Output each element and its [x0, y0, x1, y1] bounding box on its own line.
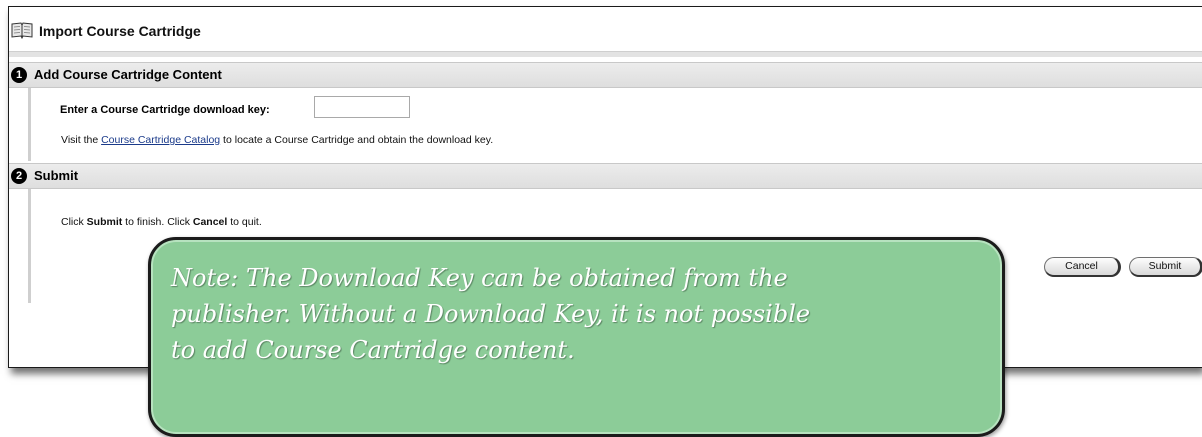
download-key-label: Enter a Course Cartridge download key:	[60, 104, 270, 116]
help-text-suffix: to locate a Course Cartridge and obtain …	[220, 134, 494, 146]
page-header: Import Course Cartridge	[9, 7, 1202, 57]
header-divider	[9, 51, 1202, 57]
submit-instructions: Click Submit to finish. Click Cancel to …	[61, 216, 262, 228]
submit-button[interactable]: Submit	[1129, 257, 1202, 277]
help-text-prefix: Visit the	[61, 134, 102, 146]
course-cartridge-catalog-link[interactable]: Course Cartridge Catalog	[101, 134, 220, 146]
instr-text: to finish. Click	[122, 216, 193, 228]
instr-text: to quit.	[227, 216, 262, 228]
step-indent-rule	[28, 189, 31, 303]
catalog-help-text: Visit the Course Cartridge Catalog to lo…	[61, 134, 493, 146]
book-icon	[11, 22, 33, 40]
step-header-submit: 2 Submit	[9, 163, 1202, 189]
step-title: Add Course Cartridge Content	[34, 67, 222, 82]
page-title: Import Course Cartridge	[39, 23, 201, 39]
step-number-badge: 2	[11, 168, 27, 184]
step-header-add-content: 1 Add Course Cartridge Content	[9, 62, 1202, 88]
cancel-button[interactable]: Cancel	[1044, 257, 1121, 277]
callout-note-text: Note: The Download Key can be obtained f…	[171, 264, 811, 364]
instr-text: Click	[61, 216, 87, 228]
instr-cancel-word: Cancel	[192, 216, 228, 228]
download-key-input[interactable]	[314, 96, 410, 118]
step-number-badge: 1	[11, 67, 27, 83]
instr-submit-word: Submit	[86, 216, 123, 228]
step-indent-rule	[28, 88, 31, 161]
download-key-note-callout: Note: The Download Key can be obtained f…	[148, 237, 1005, 437]
step-title: Submit	[34, 168, 79, 183]
